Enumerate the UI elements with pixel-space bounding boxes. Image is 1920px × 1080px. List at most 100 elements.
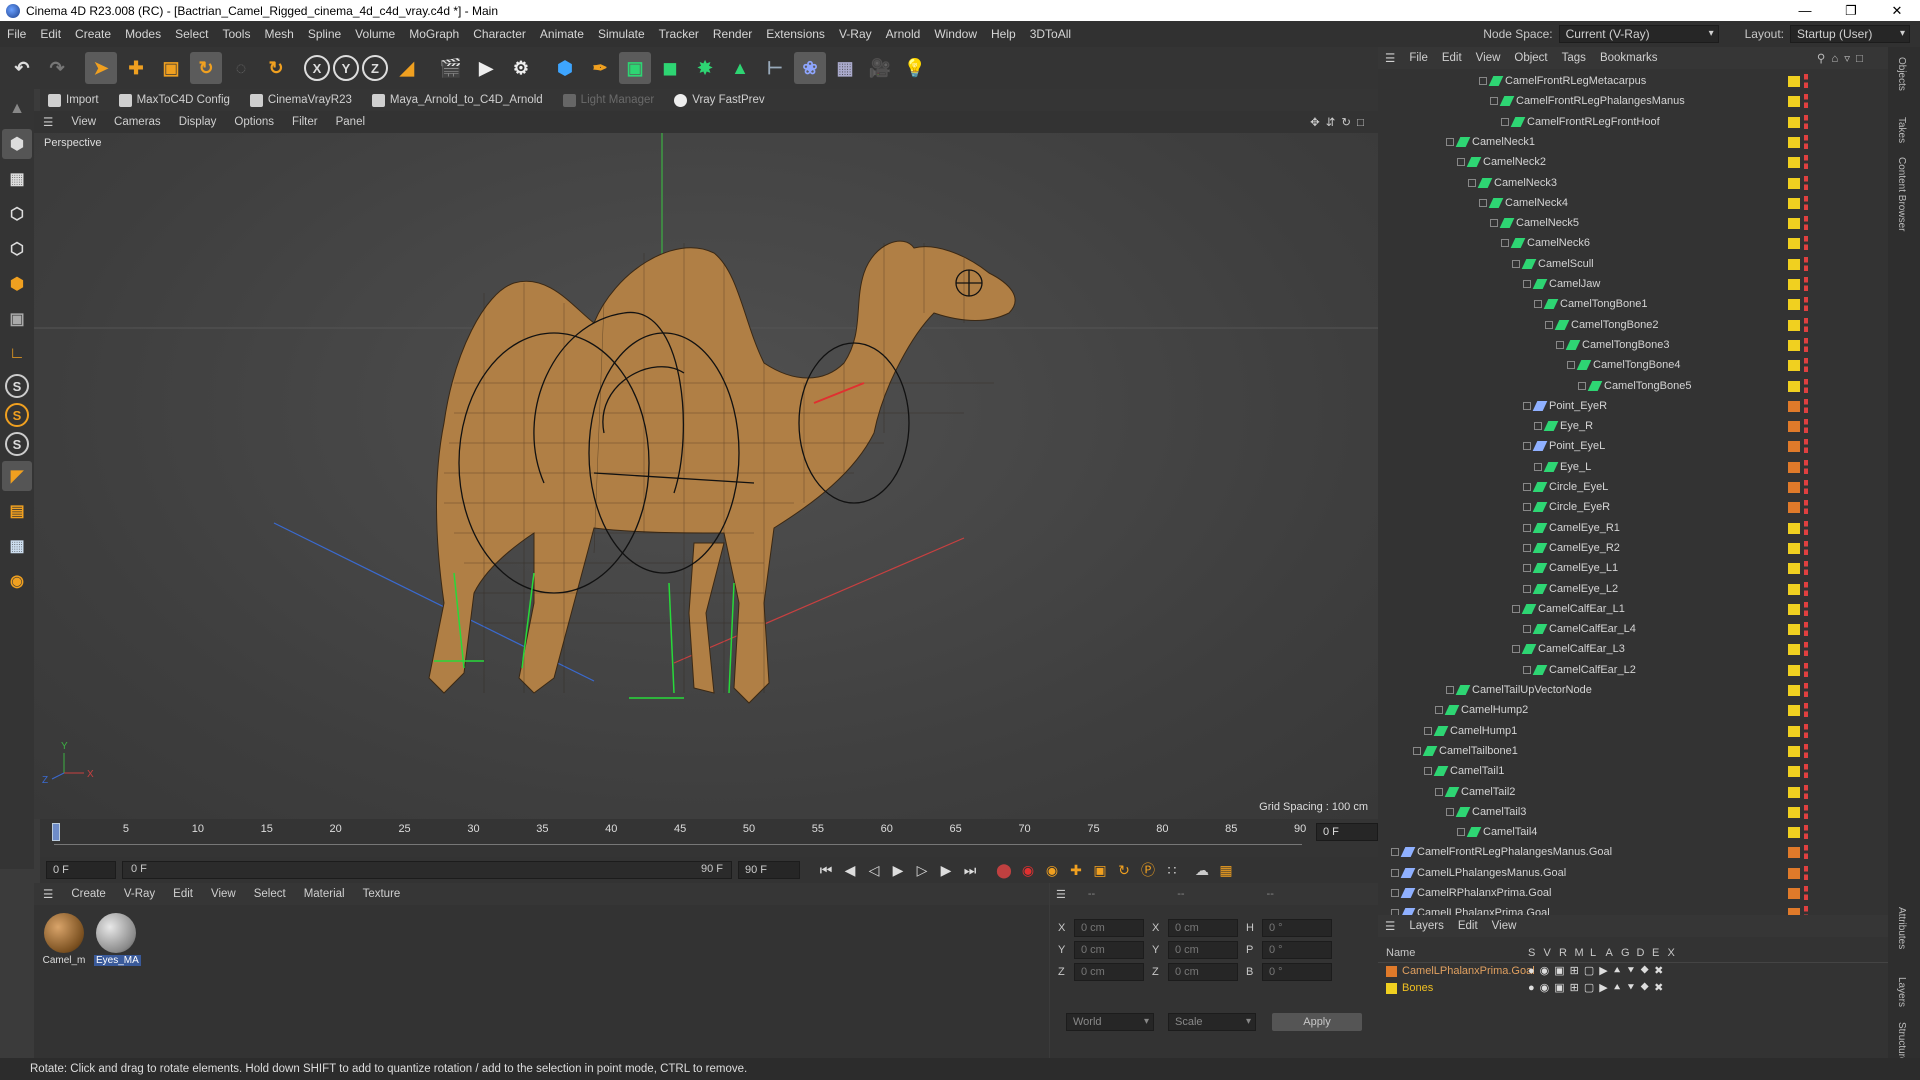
material-menu-view[interactable]: View bbox=[202, 888, 245, 900]
visibility-dots-icon[interactable] bbox=[1804, 317, 1808, 332]
scale-tool-icon[interactable]: ▣ bbox=[155, 52, 187, 84]
edges-mode-icon[interactable]: ⬡ bbox=[2, 234, 32, 264]
prev-key-icon[interactable]: ◀ bbox=[838, 859, 862, 881]
generator-icon[interactable]: ▣ bbox=[619, 52, 651, 84]
key-rotation-icon[interactable]: ↻ bbox=[1112, 859, 1136, 881]
object-menu-file[interactable]: File bbox=[1402, 52, 1435, 64]
record-keys-icon[interactable]: ⬤ bbox=[992, 859, 1016, 881]
expand-toggle-icon[interactable] bbox=[1501, 117, 1509, 126]
playhead-marker[interactable] bbox=[52, 823, 60, 841]
key-position-icon[interactable]: ✚ bbox=[1064, 859, 1088, 881]
viewport-menu-panel[interactable]: Panel bbox=[327, 116, 374, 128]
lock-workplane-icon[interactable]: ▦ bbox=[2, 531, 32, 561]
object-menu-view[interactable]: View bbox=[1469, 52, 1508, 64]
visibility-dots-icon[interactable] bbox=[1804, 540, 1808, 555]
expand-toggle-icon[interactable] bbox=[1424, 767, 1432, 776]
spline-pen-icon[interactable]: ✒ bbox=[584, 52, 616, 84]
layer-color-swatch[interactable] bbox=[1788, 664, 1800, 676]
object-tree-row[interactable]: CamelTongBone2 bbox=[1378, 315, 1888, 335]
layer-color-swatch[interactable] bbox=[1788, 786, 1800, 798]
material-menu-texture[interactable]: Texture bbox=[354, 888, 410, 900]
mograph-cloner-icon[interactable]: ✸ bbox=[689, 52, 721, 84]
visibility-dots-icon[interactable] bbox=[1804, 581, 1808, 596]
layer-hamburger-icon[interactable]: ☰ bbox=[1378, 919, 1402, 933]
layer-color-swatch[interactable] bbox=[1788, 279, 1800, 290]
object-hamburger-icon[interactable]: ☰ bbox=[1378, 51, 1402, 65]
visibility-dots-icon[interactable] bbox=[1804, 155, 1808, 170]
deformer-cube-icon[interactable]: ◼ bbox=[654, 52, 686, 84]
layer-color-swatch[interactable] bbox=[1788, 624, 1800, 636]
coord-mode-dropdown[interactable]: World bbox=[1066, 1013, 1154, 1031]
viewport-nav-icons[interactable]: ✥⇵↻□ bbox=[1310, 115, 1370, 129]
menu-render[interactable]: Render bbox=[706, 27, 759, 41]
object-tree-row[interactable]: Circle_EyeL bbox=[1378, 477, 1888, 497]
coord-rotation-field[interactable]: 0 ° bbox=[1262, 919, 1332, 937]
quantize-icon[interactable]: S bbox=[5, 432, 29, 456]
visibility-dots-icon[interactable] bbox=[1804, 906, 1808, 915]
expand-toggle-icon[interactable] bbox=[1512, 259, 1520, 268]
layer-flag-icons[interactable]: ●◉▣⊞▢▶⯅⯆⯁✖ bbox=[1528, 963, 1668, 980]
material-menu-select[interactable]: Select bbox=[245, 888, 295, 900]
menu-file[interactable]: File bbox=[0, 27, 33, 41]
layer-color-swatch[interactable] bbox=[1386, 966, 1397, 977]
expand-toggle-icon[interactable] bbox=[1523, 280, 1531, 288]
visibility-dots-icon[interactable] bbox=[1804, 236, 1808, 251]
object-tree-row[interactable]: CamelCalfEar_L3 bbox=[1378, 639, 1888, 659]
material-menu-vray[interactable]: V-Ray bbox=[115, 888, 164, 900]
visibility-dots-icon[interactable] bbox=[1804, 683, 1808, 697]
object-tree-row[interactable]: CamelTailUpVectorNode bbox=[1378, 680, 1888, 700]
object-tree-row[interactable]: CamelScull bbox=[1378, 254, 1888, 274]
visibility-dots-icon[interactable] bbox=[1804, 216, 1808, 231]
viewport-menu-filter[interactable]: Filter bbox=[283, 116, 327, 128]
visibility-dots-icon[interactable] bbox=[1804, 378, 1808, 393]
visibility-dots-icon[interactable] bbox=[1804, 601, 1808, 616]
key-parameter-icon[interactable]: Ⓟ bbox=[1136, 859, 1160, 881]
object-tree-row[interactable]: CamelTongBone3 bbox=[1378, 335, 1888, 355]
material-menu-material[interactable]: Material bbox=[295, 888, 354, 900]
expand-toggle-icon[interactable] bbox=[1446, 137, 1454, 146]
expand-toggle-icon[interactable] bbox=[1523, 543, 1531, 552]
layer-color-swatch[interactable] bbox=[1788, 563, 1800, 575]
expand-toggle-icon[interactable] bbox=[1523, 625, 1531, 634]
layer-color-swatch[interactable] bbox=[1788, 339, 1800, 351]
coord-size-field[interactable]: 0 cm bbox=[1168, 919, 1238, 937]
object-tree-row[interactable]: CamelTongBone5 bbox=[1378, 376, 1888, 396]
coord-rotation-field[interactable]: 0 ° bbox=[1262, 963, 1332, 981]
layer-menu-view[interactable]: View bbox=[1485, 920, 1524, 932]
render-view-icon[interactable]: 🎬 bbox=[435, 52, 467, 84]
object-tree-row[interactable]: CamelFrontRLegFrontHoof bbox=[1378, 112, 1888, 132]
coord-position-field[interactable]: 0 cm bbox=[1074, 919, 1144, 937]
expand-toggle-icon[interactable] bbox=[1391, 868, 1399, 877]
layer-color-swatch[interactable] bbox=[1788, 299, 1800, 311]
layer-color-swatch[interactable] bbox=[1788, 197, 1800, 209]
layer-color-swatch[interactable] bbox=[1788, 177, 1800, 189]
key-pla-icon[interactable]: ∷ bbox=[1160, 859, 1184, 881]
object-tree-row[interactable]: CamelRPhalanxPrima.Goal bbox=[1378, 883, 1888, 903]
layer-color-swatch[interactable] bbox=[1788, 218, 1800, 230]
object-tree-row[interactable]: CamelNeck1 bbox=[1378, 132, 1888, 152]
object-tree-row[interactable]: CamelHump2 bbox=[1378, 700, 1888, 720]
menu-tracker[interactable]: Tracker bbox=[652, 27, 706, 41]
layer-color-swatch[interactable] bbox=[1788, 806, 1800, 818]
menu-character[interactable]: Character bbox=[466, 27, 533, 41]
object-tree-row[interactable]: CamelCalfEar_L2 bbox=[1378, 660, 1888, 680]
material-camel[interactable]: Camel_m bbox=[42, 913, 86, 966]
field-icon[interactable]: ▲ bbox=[724, 52, 756, 84]
menu-volume[interactable]: Volume bbox=[348, 27, 402, 41]
undo-icon[interactable]: ↶ bbox=[6, 52, 38, 84]
menu-edit[interactable]: Edit bbox=[33, 27, 68, 41]
floor-environment-icon[interactable]: ▦ bbox=[829, 52, 861, 84]
object-search-icons[interactable]: ⚲⌂▿□ bbox=[1810, 51, 1876, 65]
deformer-bend-icon[interactable]: ⊢ bbox=[759, 52, 791, 84]
redo-icon[interactable]: ↷ bbox=[41, 52, 73, 84]
expand-toggle-icon[interactable] bbox=[1413, 746, 1421, 755]
points-mode-icon[interactable]: ⬡ bbox=[2, 199, 32, 229]
expand-toggle-icon[interactable] bbox=[1490, 219, 1498, 228]
layer-color-swatch[interactable] bbox=[1788, 461, 1800, 473]
object-tree-row[interactable]: CamelNeck6 bbox=[1378, 233, 1888, 253]
object-tree-row[interactable]: CamelCalfEar_L1 bbox=[1378, 599, 1888, 619]
expand-toggle-icon[interactable] bbox=[1534, 422, 1542, 431]
autokey-icon[interactable]: ◉ bbox=[1016, 859, 1040, 881]
minimize-icon[interactable]: — bbox=[1782, 0, 1828, 21]
cube-primitive-icon[interactable]: ⬢ bbox=[549, 52, 581, 84]
